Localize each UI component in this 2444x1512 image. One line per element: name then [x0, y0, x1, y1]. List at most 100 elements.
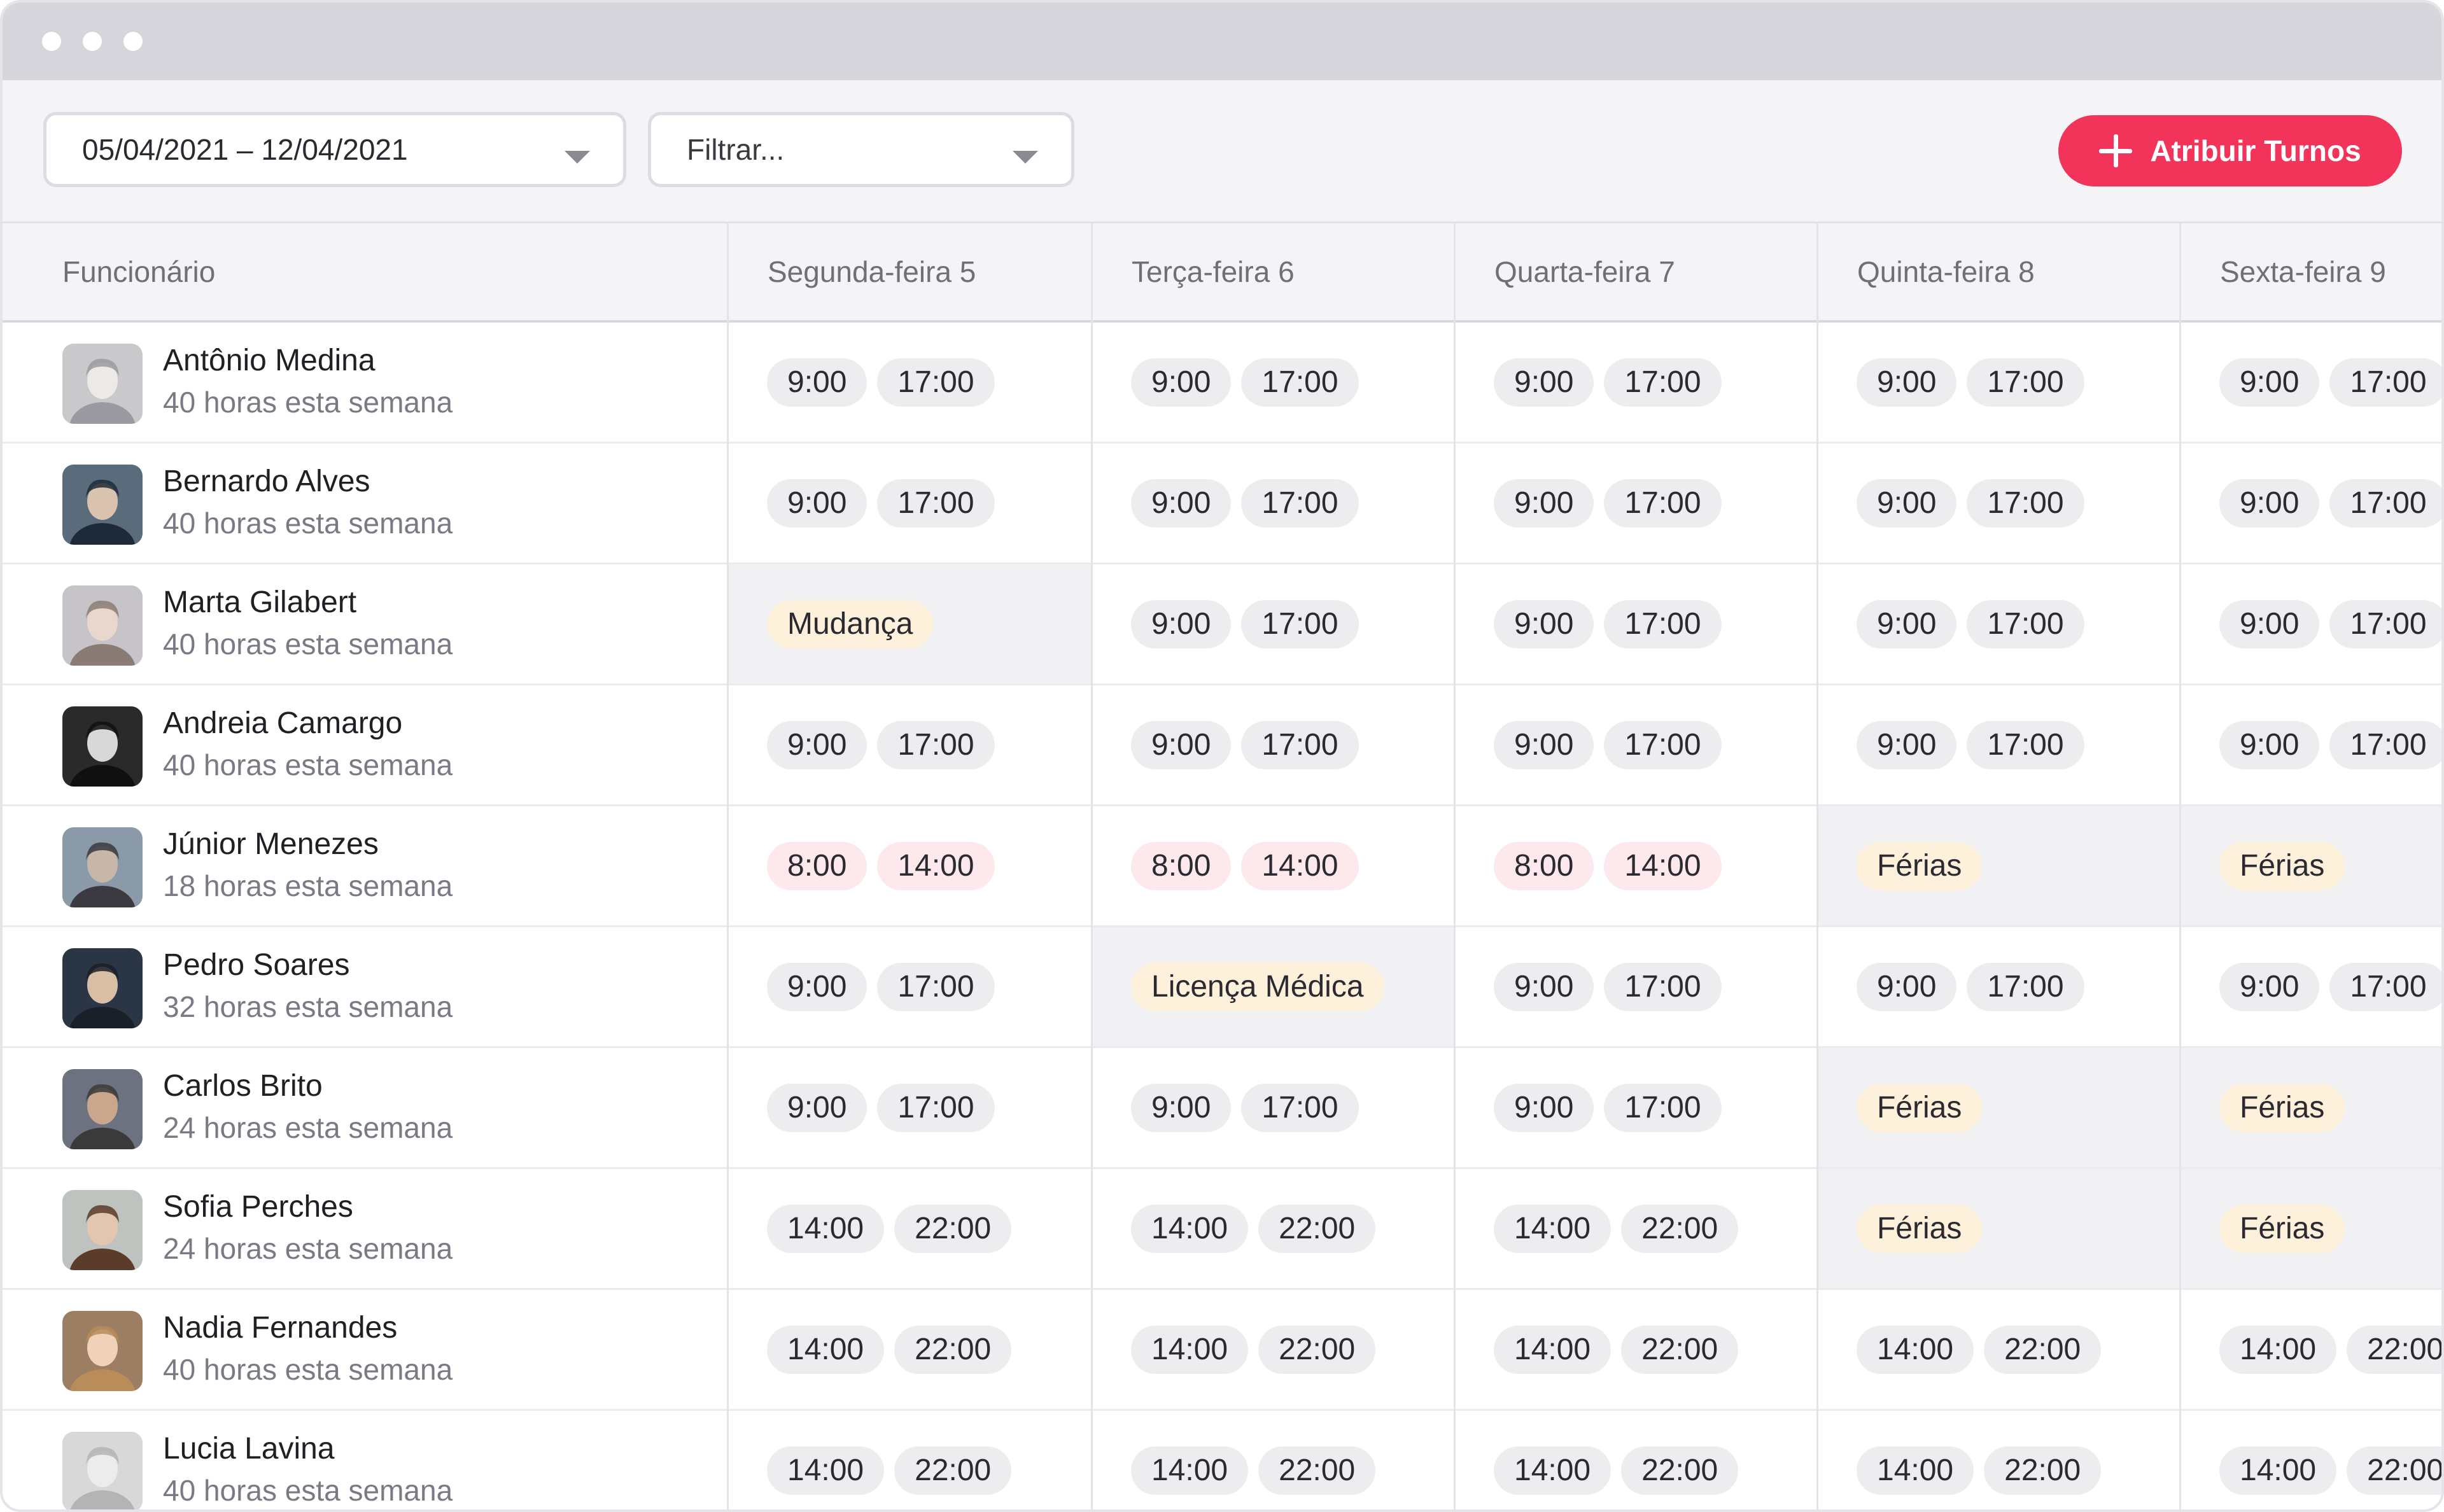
- shift-end-pill[interactable]: 17:00: [877, 358, 995, 407]
- date-range-select[interactable]: 05/04/2021 – 12/04/2021: [43, 112, 626, 187]
- shift-end-pill[interactable]: 17:00: [877, 720, 995, 769]
- shift-end-pill[interactable]: 17:00: [1604, 479, 1722, 528]
- shift-end-pill[interactable]: 17:00: [1604, 720, 1722, 769]
- day-cell[interactable]: 9:00 17:00: [2181, 564, 2441, 683]
- shift-start-pill[interactable]: 9:00: [1857, 599, 1957, 648]
- day-cell[interactable]: Férias: [2181, 806, 2441, 925]
- employee-cell[interactable]: Bernardo Alves 40 horas esta semana: [3, 444, 728, 564]
- day-cell[interactable]: 8:00 14:00: [1456, 806, 1816, 925]
- day-cell[interactable]: 9:00 17:00: [729, 927, 1091, 1046]
- day-cell[interactable]: 9:00 17:00: [1818, 685, 2179, 804]
- window-maximize-dot[interactable]: [123, 32, 143, 51]
- shift-start-pill[interactable]: 9:00: [2219, 358, 2320, 407]
- shift-end-pill[interactable]: 17:00: [1241, 1083, 1359, 1132]
- absence-badge[interactable]: Licença Médica: [1131, 962, 1384, 1011]
- absence-badge[interactable]: Férias: [2219, 1204, 2345, 1253]
- absence-badge[interactable]: Férias: [2219, 841, 2345, 890]
- shift-start-pill[interactable]: 9:00: [1857, 479, 1957, 528]
- shift-start-pill[interactable]: 14:00: [2219, 1325, 2337, 1374]
- shift-end-pill[interactable]: 22:00: [1258, 1325, 1376, 1374]
- shift-start-pill[interactable]: 14:00: [1494, 1204, 1612, 1253]
- employee-cell[interactable]: Sofia Perches 24 horas esta semana: [3, 1169, 728, 1290]
- day-cell[interactable]: 9:00 17:00: [1456, 323, 1816, 442]
- day-cell[interactable]: Mudança: [729, 564, 1091, 683]
- shift-end-pill[interactable]: 22:00: [894, 1325, 1012, 1374]
- shift-start-pill[interactable]: 14:00: [1857, 1446, 1974, 1495]
- absence-badge[interactable]: Férias: [1857, 1204, 1983, 1253]
- shift-end-pill[interactable]: 22:00: [2347, 1325, 2441, 1374]
- shift-end-pill[interactable]: 17:00: [877, 479, 995, 528]
- day-cell[interactable]: 14:00 22:00: [2181, 1290, 2441, 1409]
- day-cell[interactable]: 14:00 22:00: [2181, 1411, 2441, 1509]
- shift-start-pill[interactable]: 9:00: [2219, 479, 2320, 528]
- day-cell[interactable]: Férias: [1818, 1169, 2179, 1288]
- shift-start-pill[interactable]: 9:00: [1131, 358, 1232, 407]
- shift-start-pill[interactable]: 9:00: [1494, 962, 1594, 1011]
- day-cell[interactable]: 8:00 14:00: [729, 806, 1091, 925]
- shift-start-pill[interactable]: 9:00: [767, 720, 867, 769]
- employee-cell[interactable]: Antônio Medina 40 horas esta semana: [3, 323, 728, 444]
- shift-end-pill[interactable]: 17:00: [1967, 720, 2084, 769]
- table-row[interactable]: Pedro Soares 32 horas esta semana 9:00 17:0…: [3, 927, 2441, 1048]
- day-cell[interactable]: 9:00 17:00: [729, 1048, 1091, 1167]
- shift-start-pill[interactable]: 14:00: [767, 1446, 885, 1495]
- shift-end-pill[interactable]: 22:00: [1258, 1446, 1376, 1495]
- shift-start-pill[interactable]: 9:00: [767, 479, 867, 528]
- window-minimize-dot[interactable]: [83, 32, 102, 51]
- table-row[interactable]: Nadia Fernandes 40 horas esta semana 14:00…: [3, 1290, 2441, 1411]
- day-cell[interactable]: 9:00 17:00: [1456, 564, 1816, 683]
- absence-badge[interactable]: Férias: [2219, 1083, 2345, 1132]
- filter-select[interactable]: Filtrar...: [648, 112, 1074, 187]
- table-row[interactable]: Carlos Brito 24 horas esta semana 9:00 17:0…: [3, 1048, 2441, 1169]
- shift-start-pill[interactable]: 9:00: [1131, 720, 1232, 769]
- shift-end-pill[interactable]: 22:00: [1621, 1446, 1739, 1495]
- shift-end-pill[interactable]: 22:00: [1621, 1204, 1739, 1253]
- shift-start-pill[interactable]: 9:00: [1494, 599, 1594, 648]
- absence-badge[interactable]: Férias: [1857, 1083, 1983, 1132]
- shift-start-pill[interactable]: 9:00: [1857, 720, 1957, 769]
- shift-start-pill[interactable]: 14:00: [1131, 1325, 1249, 1374]
- shift-end-pill[interactable]: 17:00: [1241, 599, 1359, 648]
- table-row[interactable]: Bernardo Alves 40 horas esta semana 9:00 17…: [3, 444, 2441, 564]
- shift-end-pill[interactable]: 17:00: [1604, 599, 1722, 648]
- day-cell[interactable]: 8:00 14:00: [1093, 806, 1454, 925]
- day-cell[interactable]: 9:00 17:00: [729, 323, 1091, 442]
- shift-end-pill[interactable]: 22:00: [1621, 1325, 1739, 1374]
- table-row[interactable]: Antônio Medina 40 horas esta semana 9:00 17…: [3, 323, 2441, 444]
- shift-start-pill[interactable]: 9:00: [1494, 479, 1594, 528]
- shift-end-pill[interactable]: 14:00: [1604, 841, 1722, 890]
- day-cell[interactable]: 9:00 17:00: [729, 685, 1091, 804]
- day-cell[interactable]: 9:00 17:00: [1456, 927, 1816, 1046]
- day-cell[interactable]: 9:00 17:00: [1818, 444, 2179, 563]
- day-cell[interactable]: 14:00 22:00: [729, 1411, 1091, 1509]
- day-cell[interactable]: 9:00 17:00: [2181, 444, 2441, 563]
- day-cell[interactable]: 14:00 22:00: [729, 1290, 1091, 1409]
- shift-end-pill[interactable]: 17:00: [1241, 358, 1359, 407]
- day-cell[interactable]: Férias: [2181, 1048, 2441, 1167]
- shift-start-pill[interactable]: 14:00: [1494, 1446, 1612, 1495]
- shift-end-pill[interactable]: 14:00: [1241, 841, 1359, 890]
- table-row[interactable]: Andreia Camargo 40 horas esta semana 9:00 1…: [3, 685, 2441, 806]
- shift-end-pill[interactable]: 17:00: [1967, 962, 2084, 1011]
- shift-start-pill[interactable]: 9:00: [2219, 962, 2320, 1011]
- shift-start-pill[interactable]: 14:00: [1131, 1446, 1249, 1495]
- shift-end-pill[interactable]: 17:00: [1967, 358, 2084, 407]
- shift-start-pill[interactable]: 9:00: [2219, 599, 2320, 648]
- shift-end-pill[interactable]: 17:00: [1967, 599, 2084, 648]
- shift-start-pill[interactable]: 9:00: [1131, 1083, 1232, 1132]
- absence-badge[interactable]: Mudança: [767, 599, 934, 648]
- shift-start-pill[interactable]: 14:00: [2219, 1446, 2337, 1495]
- shift-start-pill[interactable]: 14:00: [1857, 1325, 1974, 1374]
- shift-end-pill[interactable]: 17:00: [1604, 962, 1722, 1011]
- shift-start-pill[interactable]: 9:00: [2219, 720, 2320, 769]
- shift-start-pill[interactable]: 9:00: [1494, 720, 1594, 769]
- shift-start-pill[interactable]: 9:00: [1857, 358, 1957, 407]
- shift-end-pill[interactable]: 14:00: [877, 841, 995, 890]
- shift-end-pill[interactable]: 17:00: [2329, 358, 2441, 407]
- day-cell[interactable]: 9:00 17:00: [1818, 323, 2179, 442]
- shift-start-pill[interactable]: 14:00: [1131, 1204, 1249, 1253]
- shift-start-pill[interactable]: 9:00: [1131, 599, 1232, 648]
- shift-start-pill[interactable]: 14:00: [767, 1204, 885, 1253]
- employee-cell[interactable]: Marta Gilabert 40 horas esta semana: [3, 564, 728, 685]
- shift-end-pill[interactable]: 17:00: [2329, 599, 2441, 648]
